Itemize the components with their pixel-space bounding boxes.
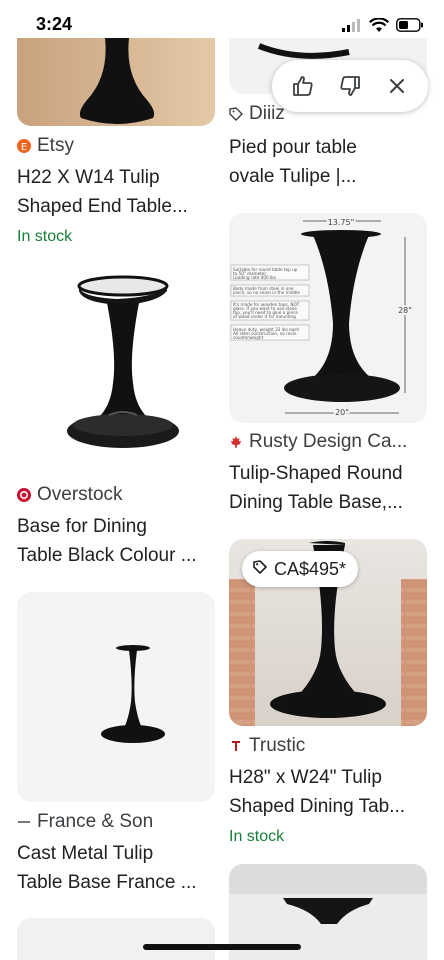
result-source[interactable]: Overstock xyxy=(17,484,123,506)
stock-status: In stock xyxy=(17,228,73,245)
thumbs-up-icon xyxy=(293,76,313,96)
result-title-line: Shaped End Table... xyxy=(17,196,188,217)
price-tag-icon xyxy=(252,559,268,580)
feedback-toolbar xyxy=(272,60,428,112)
thumbs-down-button[interactable] xyxy=(332,68,368,104)
result-title-line: Tulip-Shaped Round xyxy=(229,463,403,484)
dimension-label: 20" xyxy=(335,408,349,417)
result-source-label: France & Son xyxy=(37,811,154,832)
thumbs-down-icon xyxy=(340,76,360,96)
dimension-label: 28" xyxy=(398,306,412,315)
france-and-son-logo-icon xyxy=(17,815,31,829)
product-image[interactable] xyxy=(17,265,215,475)
battery-icon xyxy=(396,18,423,32)
cellular-signal-icon xyxy=(342,19,360,32)
result-source[interactable]: Diiiz xyxy=(229,103,285,125)
close-icon xyxy=(389,79,404,93)
close-button[interactable] xyxy=(379,68,415,104)
result-source-label: Trustic xyxy=(249,735,306,756)
product-image[interactable] xyxy=(17,592,215,802)
result-source-label: Diiiz xyxy=(249,103,285,124)
result-title-line: Table Base France ... xyxy=(17,872,197,893)
home-indicator[interactable] xyxy=(143,944,301,950)
price-label: CA$495* xyxy=(274,558,347,579)
svg-text:E: E xyxy=(21,142,27,153)
diagram-note: Loading rate 400 lbs xyxy=(233,275,276,280)
status-icons xyxy=(342,16,424,34)
result-source[interactable]: Rusty Design Ca... xyxy=(229,431,407,453)
result-source[interactable]: Trustic xyxy=(229,735,305,757)
result-source[interactable]: France & Son xyxy=(17,811,153,833)
result-title[interactable]: Base for Dining Table Black Colour ... xyxy=(17,512,217,570)
result-title[interactable]: H22 X W14 Tulip Shaped End Table... xyxy=(17,163,217,221)
result-title-line: Dining Table Base,... xyxy=(229,492,403,513)
result-source[interactable]: E Etsy xyxy=(17,135,74,157)
status-time: 3:24 xyxy=(36,14,73,34)
result-source-label: Overstock xyxy=(37,484,123,505)
price-badge: CA$495* xyxy=(242,551,359,587)
diagram-note: of wood under it for mounting xyxy=(233,314,296,319)
result-source-label: Etsy xyxy=(37,135,74,156)
diagram-note: counterweight xyxy=(233,335,264,340)
tag-icon xyxy=(229,107,243,121)
product-image[interactable]: 13.75" 28" 20" Suitable for round table … xyxy=(229,213,427,423)
thumbs-up-button[interactable] xyxy=(285,68,321,104)
etsy-logo-icon: E xyxy=(17,139,31,153)
stock-status: In stock xyxy=(229,828,285,845)
product-image[interactable] xyxy=(17,918,215,960)
result-source-label: Rusty Design Ca... xyxy=(249,431,408,452)
result-title-line: Shaped Dining Tab... xyxy=(229,796,406,817)
result-title-line: Cast Metal Tulip xyxy=(17,843,154,864)
overstock-logo-icon xyxy=(17,488,31,502)
wifi-icon xyxy=(369,17,389,32)
result-title[interactable]: Pied pour table ovale Tulipe |... xyxy=(229,133,429,191)
result-title[interactable]: Tulip-Shaped Round Dining Table Base,... xyxy=(229,459,434,517)
result-title[interactable]: Cast Metal Tulip Table Base France ... xyxy=(17,839,217,897)
diagram-note: piece, so no seam in the middle xyxy=(233,290,300,295)
result-title-line: H28" x W24" Tulip xyxy=(229,767,382,788)
dimension-label: 13.75" xyxy=(328,218,355,227)
result-title-line: H22 X W14 Tulip xyxy=(17,167,160,188)
product-image[interactable] xyxy=(17,38,215,126)
result-title-line: Pied pour table xyxy=(229,137,357,158)
result-title[interactable]: H28" x W24" Tulip Shaped Dining Tab... xyxy=(229,763,434,821)
result-title-line: Table Black Colour ... xyxy=(17,545,197,566)
trustic-logo-icon xyxy=(229,739,243,753)
result-title-line: Base for Dining xyxy=(17,516,147,537)
maple-leaf-icon xyxy=(229,435,243,449)
result-title-line: ovale Tulipe |... xyxy=(229,166,357,187)
